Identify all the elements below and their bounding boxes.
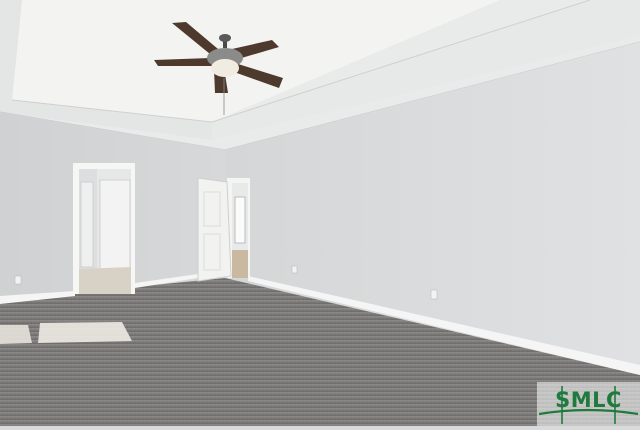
sunlight-patch — [0, 322, 132, 344]
watermark-text: SMLC — [555, 388, 622, 412]
open-door — [197, 177, 232, 282]
bedroom-photo — [0, 0, 640, 426]
hallway-doorway — [197, 177, 250, 282]
watermark-logo: SMLC — [537, 382, 640, 426]
bathroom-doorway — [73, 163, 135, 294]
